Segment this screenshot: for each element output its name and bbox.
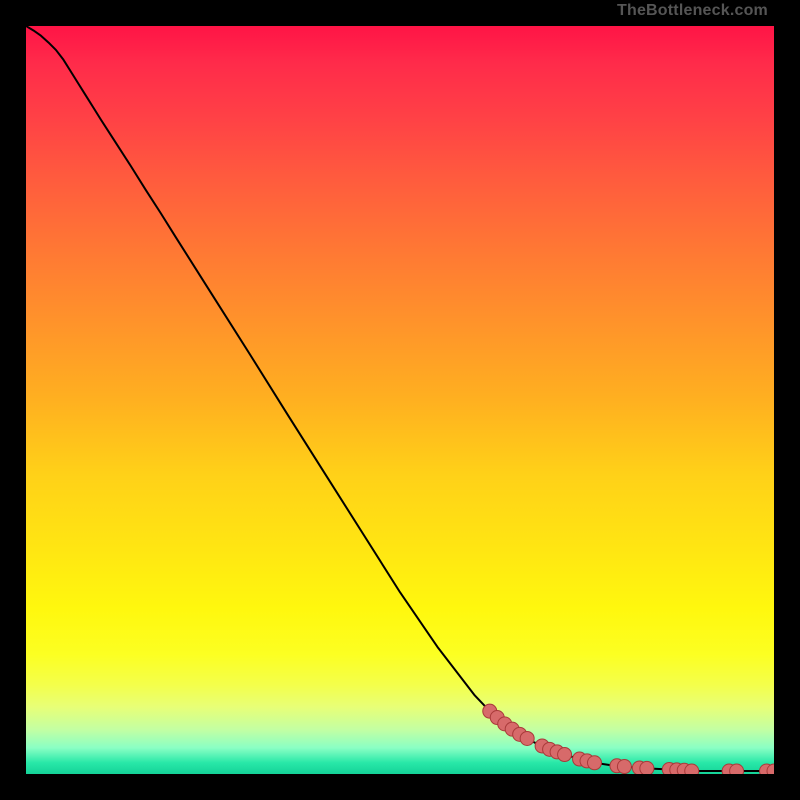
chart-marker [587, 756, 601, 770]
chart-marker [730, 764, 744, 774]
chart-marker [617, 760, 631, 774]
chart-stage: TheBottleneck.com [0, 0, 800, 800]
chart-overlay [26, 26, 774, 774]
chart-markers [483, 704, 774, 774]
watermark-text: TheBottleneck.com [617, 2, 768, 20]
chart-marker [640, 761, 654, 774]
plot-area [26, 26, 774, 774]
chart-line [26, 26, 774, 771]
chart-marker [558, 748, 572, 762]
chart-marker [685, 764, 699, 774]
chart-marker [520, 731, 534, 745]
